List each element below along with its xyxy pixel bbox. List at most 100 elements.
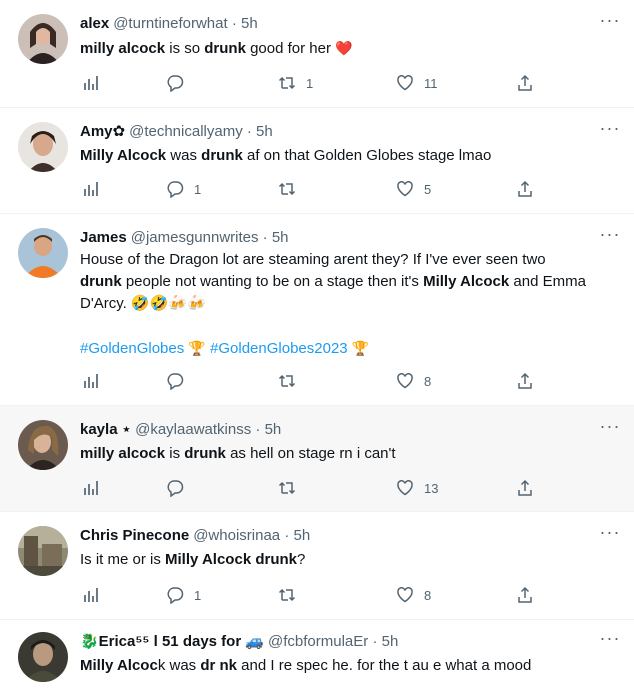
timestamp[interactable]: 5h bbox=[382, 633, 399, 650]
stats-button[interactable] bbox=[82, 370, 100, 392]
avatar[interactable] bbox=[18, 526, 68, 576]
tweet-text-seg: Milly Alcock bbox=[80, 147, 167, 164]
reply-icon bbox=[167, 181, 184, 198]
stats-button[interactable] bbox=[82, 72, 100, 94]
retweet-button[interactable] bbox=[278, 178, 306, 200]
tweet-feed: alex @turntineforwhat · 5h ··· milly alco… bbox=[0, 0, 634, 690]
share-button[interactable] bbox=[516, 370, 534, 392]
avatar[interactable] bbox=[18, 228, 68, 278]
user-handle[interactable]: @jamesgunnwrites bbox=[131, 229, 259, 246]
reply-icon bbox=[167, 587, 184, 604]
display-name[interactable]: alex bbox=[80, 15, 109, 32]
timestamp[interactable]: 5h bbox=[272, 229, 289, 246]
reply-button[interactable] bbox=[166, 477, 194, 499]
user-handle[interactable]: @technicallyamy bbox=[129, 123, 243, 140]
heart-icon bbox=[397, 373, 413, 389]
tweet-text-seg: people not wanting to be on a stage then… bbox=[121, 273, 424, 290]
tweet-text-line: House of the Dragon lot are steaming are… bbox=[80, 251, 546, 268]
heart-icon bbox=[397, 181, 413, 197]
retweet-icon bbox=[278, 588, 296, 602]
tweet-card-james[interactable]: James @jamesgunnwrites · 5h ··· House of … bbox=[0, 214, 634, 406]
tweet-text-seg: Milly Alcoc bbox=[80, 657, 158, 674]
retweet-button[interactable]: 1 bbox=[278, 72, 313, 94]
reply-button[interactable]: 1 bbox=[166, 178, 201, 200]
more-icon[interactable]: ··· bbox=[598, 629, 622, 652]
user-handle[interactable]: @kaylaawatkinss bbox=[135, 421, 251, 438]
tweet-header: Amy✿ @technicallyamy · 5h bbox=[80, 123, 273, 140]
share-icon bbox=[518, 586, 532, 603]
display-name[interactable]: kayla bbox=[80, 421, 118, 438]
stats-button[interactable] bbox=[82, 584, 100, 606]
more-icon[interactable]: ··· bbox=[598, 11, 622, 34]
hashtag-link[interactable]: #GoldenGlobes2023 bbox=[210, 340, 348, 357]
user-handle[interactable]: @whoisrinaa bbox=[193, 527, 280, 544]
tweet-text: House of the Dragon lot are steaming are… bbox=[80, 249, 610, 315]
tweet-text-seg: Milly Alcock bbox=[423, 273, 510, 290]
more-icon[interactable]: ··· bbox=[598, 119, 622, 142]
tweet-text-line: D'Arcy. 🤣🤣🍻🍻 bbox=[80, 295, 206, 312]
more-icon[interactable]: ··· bbox=[598, 523, 622, 546]
tweet-card-alex[interactable]: alex @turntineforwhat · 5h ··· milly alco… bbox=[0, 0, 634, 108]
more-icon[interactable]: ··· bbox=[598, 417, 622, 440]
avatar[interactable] bbox=[18, 632, 68, 682]
avatar[interactable] bbox=[18, 14, 68, 64]
reply-button[interactable] bbox=[166, 370, 194, 392]
stats-icon bbox=[84, 588, 98, 602]
hashtag-link[interactable]: #GoldenGlobes bbox=[80, 340, 184, 357]
tweet-card-amy[interactable]: Amy✿ @technicallyamy · 5h ··· Milly Alcoc… bbox=[0, 108, 634, 214]
tweet-header: 🐉Erica⁵⁵ l 51 days for 🚙 @fcbformulaEr · … bbox=[80, 633, 399, 650]
like-count: 8 bbox=[424, 587, 432, 603]
retweet-icon bbox=[278, 76, 296, 90]
tweet-actions: 1 5 bbox=[80, 178, 560, 200]
retweet-button[interactable] bbox=[278, 584, 306, 606]
display-name[interactable]: 🐉Erica⁵⁵ l 51 days for 🚙 bbox=[80, 633, 264, 650]
timestamp[interactable]: 5h bbox=[293, 527, 310, 544]
like-button[interactable]: 5 bbox=[396, 178, 431, 200]
tweet-text-seg: drunk bbox=[201, 147, 243, 164]
share-button[interactable] bbox=[516, 477, 534, 499]
retweet-button[interactable] bbox=[278, 477, 306, 499]
reply-button[interactable] bbox=[166, 72, 194, 94]
display-name[interactable]: Amy✿ bbox=[80, 123, 125, 140]
timestamp[interactable]: 5h bbox=[265, 421, 282, 438]
tweet-header: alex @turntineforwhat · 5h bbox=[80, 15, 258, 32]
hashtags: #GoldenGlobes 🏆 #GoldenGlobes2023 🏆 bbox=[80, 338, 369, 359]
like-button[interactable]: 11 bbox=[396, 72, 438, 94]
avatar[interactable] bbox=[18, 122, 68, 172]
timestamp[interactable]: 5h bbox=[241, 15, 258, 32]
tweet-text-line: drunk people not wanting to be on a stag… bbox=[80, 271, 610, 293]
user-handle[interactable]: @fcbformulaEr bbox=[268, 633, 368, 650]
share-button[interactable] bbox=[516, 584, 534, 606]
stats-button[interactable] bbox=[82, 178, 100, 200]
avatar[interactable] bbox=[18, 420, 68, 470]
share-button[interactable] bbox=[516, 178, 534, 200]
tweet-text: Milly Alcock was drunk af on that Golden… bbox=[80, 145, 610, 167]
like-button[interactable]: 8 bbox=[396, 370, 431, 392]
stats-button[interactable] bbox=[82, 477, 100, 499]
like-count: 8 bbox=[424, 373, 432, 389]
tweet-text: Is it me or is Milly Alcock drunk? bbox=[80, 549, 610, 571]
like-count: 13 bbox=[424, 480, 439, 496]
timestamp[interactable]: 5h bbox=[256, 123, 273, 140]
retweet-icon bbox=[278, 481, 296, 495]
share-icon bbox=[518, 74, 532, 91]
display-name[interactable]: Chris Pinecone bbox=[80, 527, 189, 544]
retweet-count: 1 bbox=[306, 75, 314, 91]
heart-icon bbox=[397, 75, 413, 91]
tweet-card-erica[interactable]: 🐉Erica⁵⁵ l 51 days for 🚙 @fcbformulaEr · … bbox=[0, 620, 634, 690]
reply-count: 1 bbox=[194, 181, 202, 197]
more-icon[interactable]: ··· bbox=[598, 225, 622, 248]
tweet-text-seg: drunk bbox=[184, 445, 226, 462]
tweet-card-chris[interactable]: Chris Pinecone @whoisrinaa · 5h ··· Is it… bbox=[0, 512, 634, 620]
display-name[interactable]: James bbox=[80, 229, 127, 246]
retweet-icon bbox=[278, 374, 296, 388]
like-button[interactable]: 8 bbox=[396, 584, 431, 606]
retweet-button[interactable] bbox=[278, 370, 306, 392]
trophy-emoji: 🏆 bbox=[188, 340, 206, 356]
reply-button[interactable]: 1 bbox=[166, 584, 201, 606]
user-handle[interactable]: @turntineforwhat bbox=[113, 15, 227, 32]
share-button[interactable] bbox=[516, 72, 534, 94]
like-button[interactable]: 13 bbox=[396, 477, 438, 499]
tweet-card-kayla[interactable]: kayla ⋆ @kaylaawatkinss · 5h ··· milly al… bbox=[0, 406, 634, 512]
reply-count: 1 bbox=[194, 587, 202, 603]
